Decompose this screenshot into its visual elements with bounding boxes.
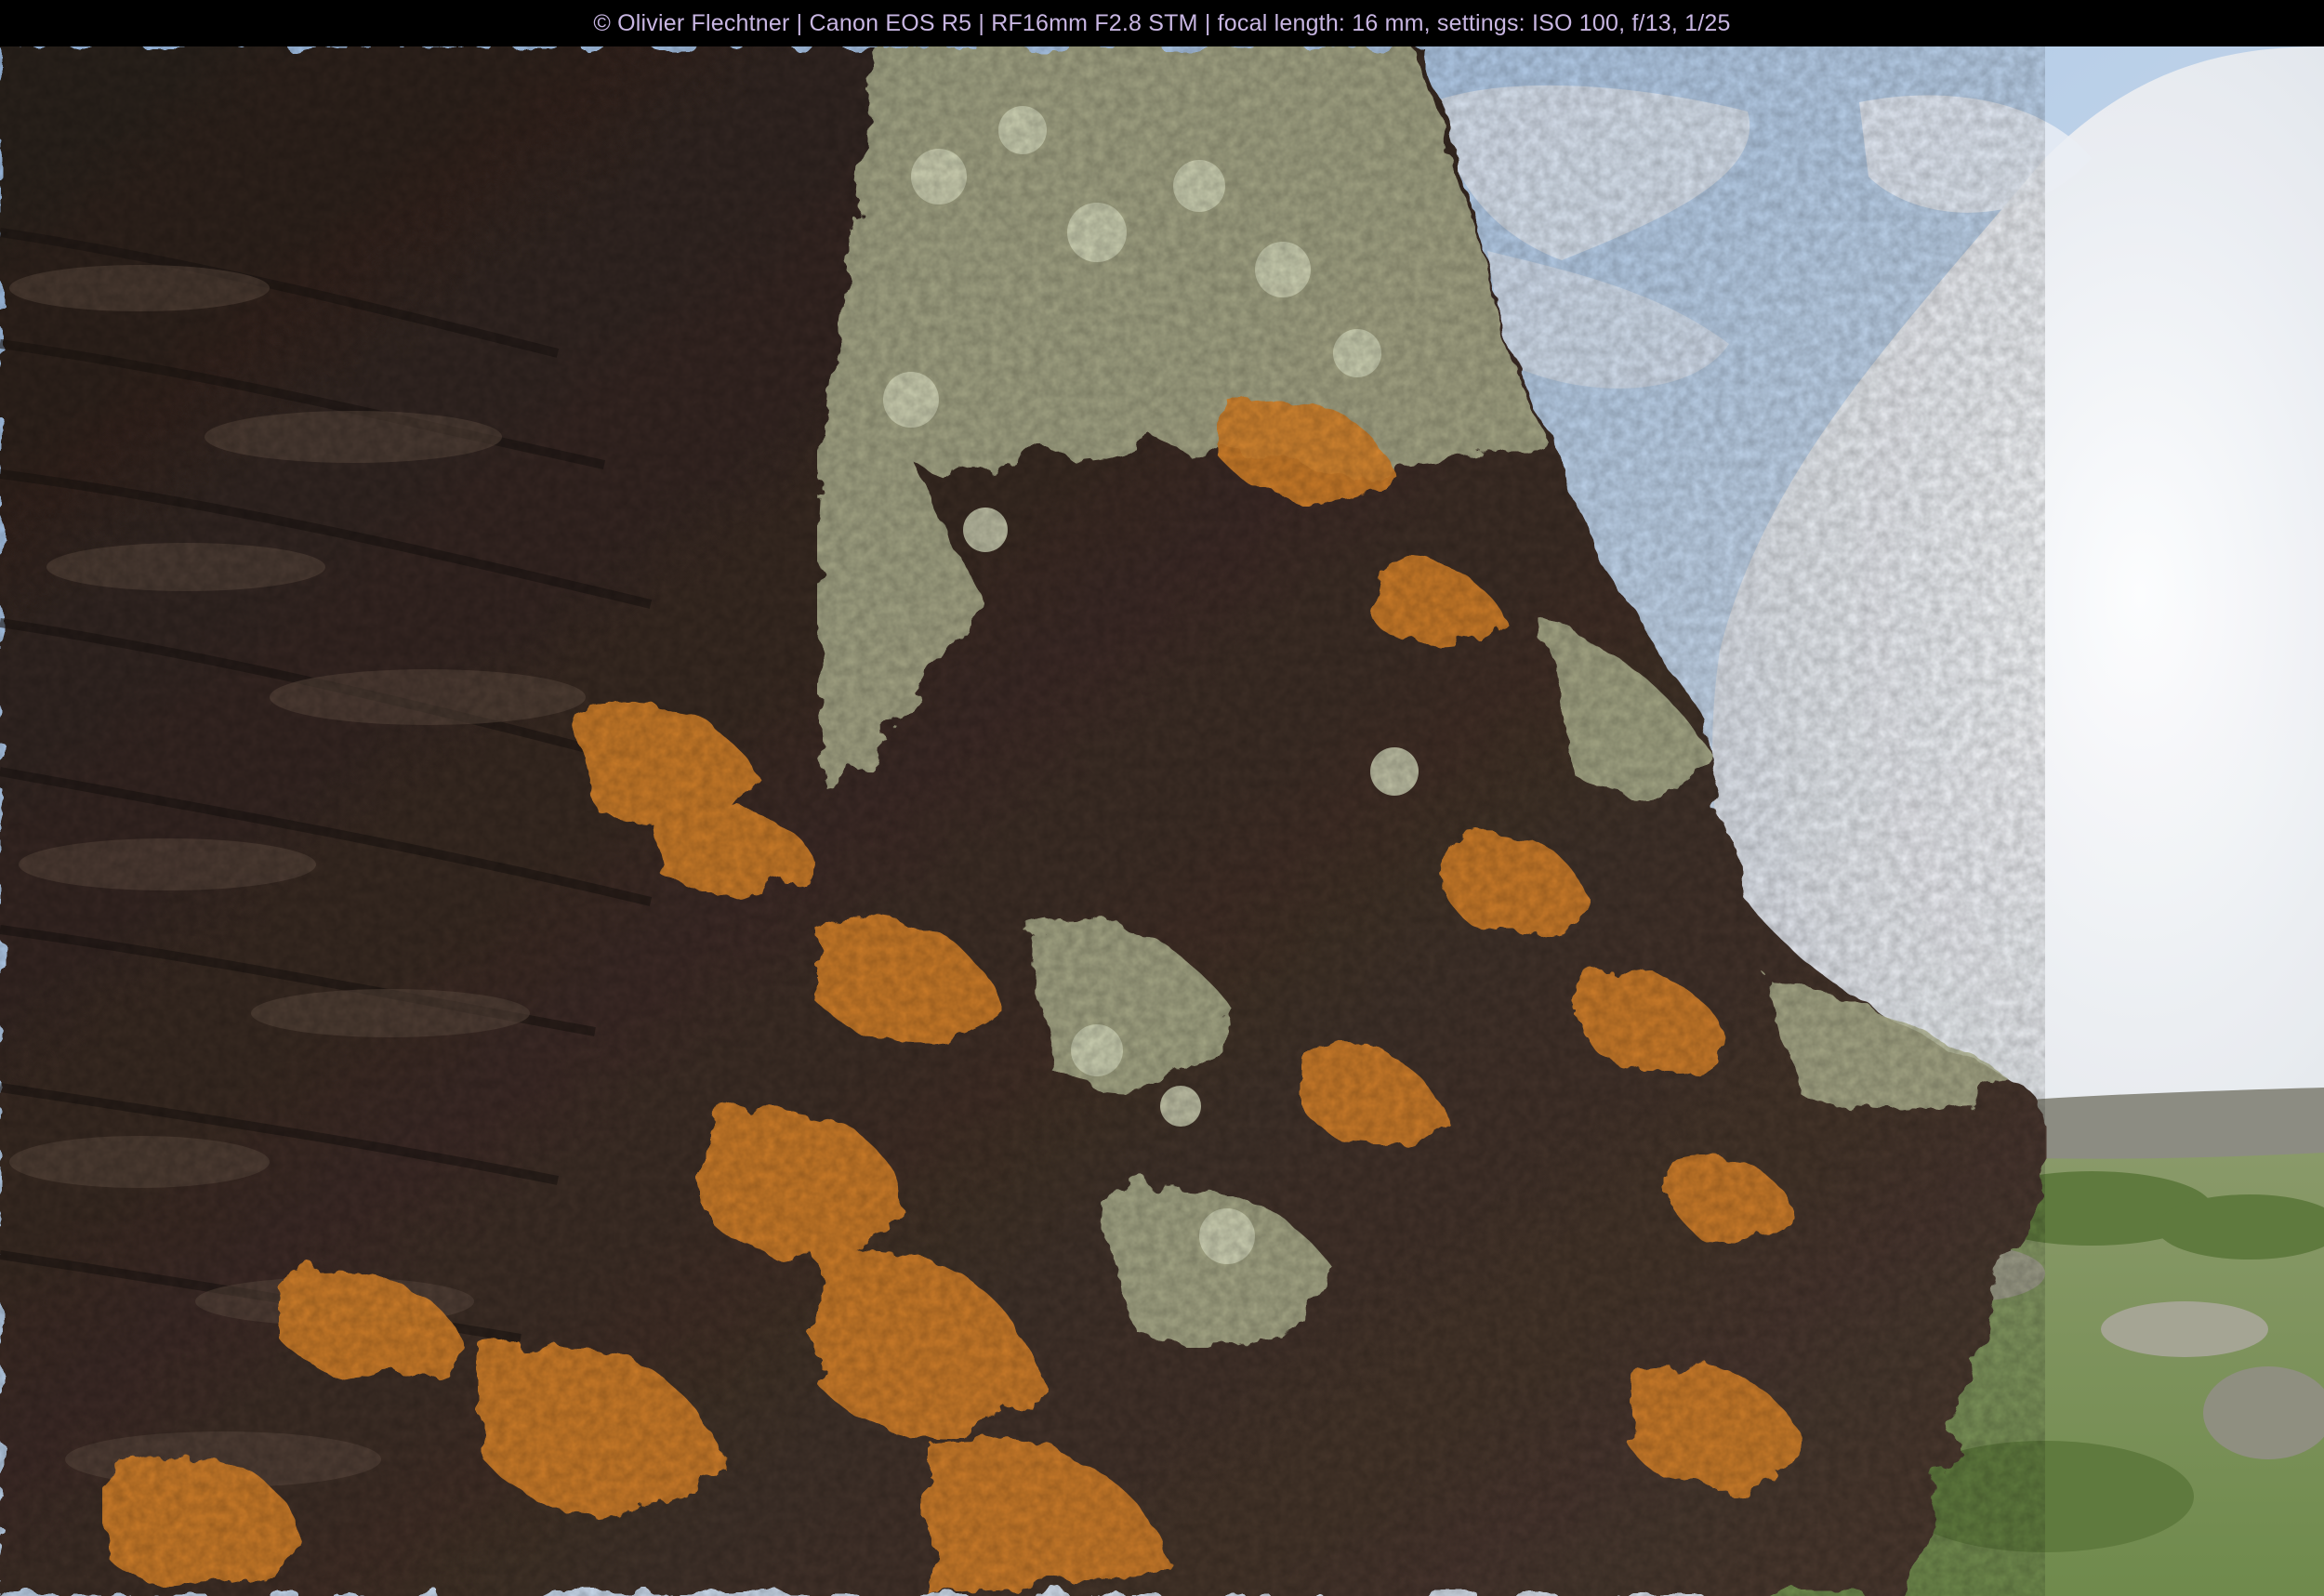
texture-overlay (0, 46, 2045, 1596)
caption-bar: © Olivier Flechtner | Canon EOS R5 | RF1… (0, 0, 2324, 46)
photo (0, 46, 2324, 1596)
landscape-photo (0, 46, 2324, 1596)
photo-caption: © Olivier Flechtner | Canon EOS R5 | RF1… (593, 9, 1731, 36)
